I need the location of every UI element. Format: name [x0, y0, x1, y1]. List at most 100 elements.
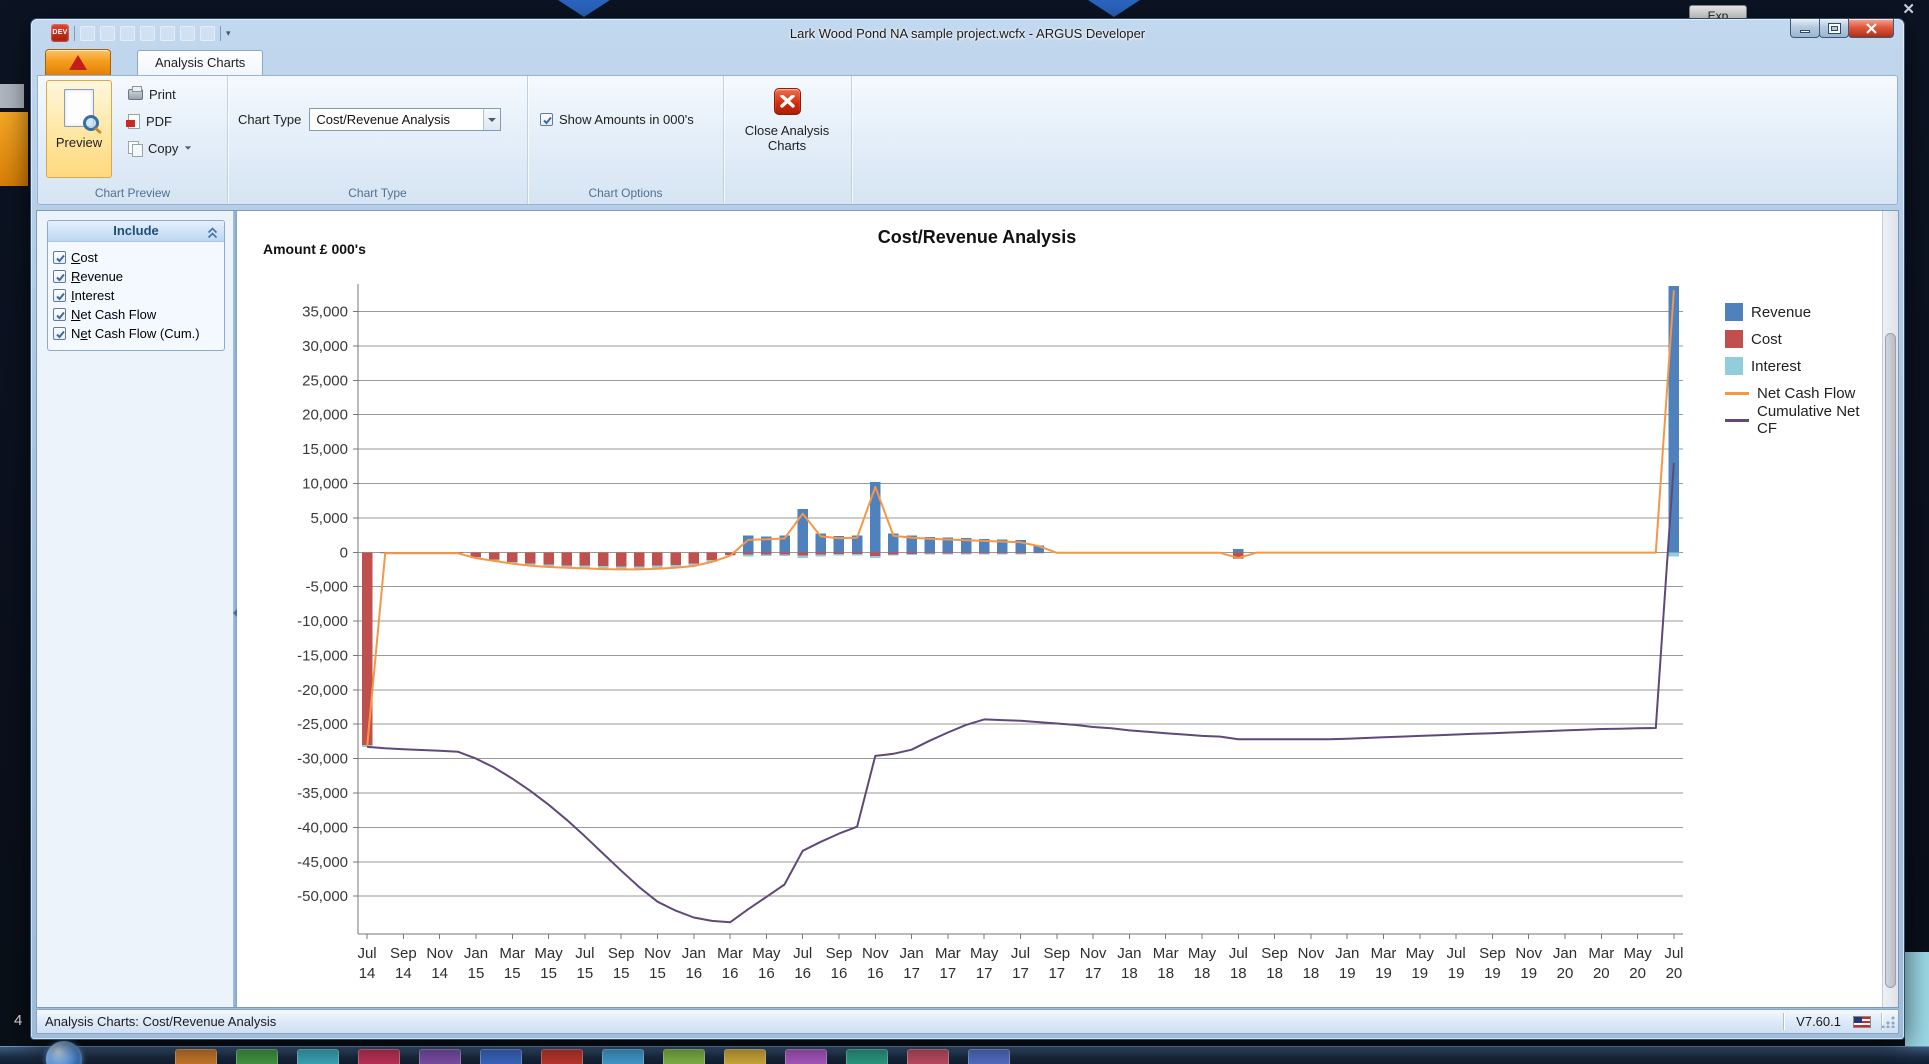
language-flag-icon[interactable] [1853, 1016, 1871, 1028]
svg-text:35,000: 35,000 [302, 304, 348, 321]
chart-panel: Amount £ 000's Cost/Revenue Analysis -50… [237, 211, 1882, 1007]
svg-text:18: 18 [1266, 965, 1283, 982]
save-as-icon[interactable] [120, 26, 135, 41]
taskbar-icon[interactable] [480, 1049, 522, 1064]
include-item-net-cash-flow[interactable]: Net Cash Flow [53, 306, 220, 322]
save-all-icon[interactable] [140, 26, 155, 41]
legend-swatch [1725, 357, 1743, 375]
chart-type-select[interactable]: Cost/Revenue Analysis [309, 108, 501, 131]
zoom-icon[interactable] [180, 26, 195, 41]
application-menu-button[interactable] [45, 49, 111, 75]
checkbox[interactable] [53, 270, 66, 283]
taskbar-icon[interactable] [602, 1049, 644, 1064]
svg-text:14: 14 [395, 965, 412, 982]
svg-text:Mar: Mar [935, 945, 961, 962]
comment-icon[interactable] [200, 26, 215, 41]
svg-text:-25,000: -25,000 [297, 716, 348, 733]
collapse-chevron-icon[interactable] [207, 225, 218, 245]
save-icon[interactable] [100, 26, 115, 41]
argus-logo-icon [69, 55, 87, 70]
svg-text:15: 15 [613, 965, 630, 982]
chart-title: Cost/Revenue Analysis [247, 227, 1707, 248]
svg-text:-15,000: -15,000 [297, 647, 348, 664]
scrollbar-thumb[interactable] [1885, 333, 1896, 988]
taskbar-icon[interactable] [724, 1049, 766, 1064]
svg-text:18: 18 [1303, 965, 1320, 982]
svg-text:-20,000: -20,000 [297, 682, 348, 699]
taskbar-icon[interactable] [785, 1049, 827, 1064]
maximize-button[interactable] [1819, 19, 1849, 38]
preview-button[interactable]: Preview [46, 80, 112, 178]
svg-text:19: 19 [1411, 965, 1428, 982]
include-item-net-cash-flow-cum[interactable]: Net Cash Flow (Cum.) [53, 325, 220, 341]
legend-swatch [1725, 303, 1743, 321]
include-item-revenue[interactable]: Revenue [53, 268, 220, 284]
close-analysis-charts-button[interactable]: Close Analysis Charts [734, 84, 840, 180]
qat-customize-icon[interactable]: ▾ [226, 28, 231, 39]
svg-text:20: 20 [1593, 965, 1610, 982]
resize-grip[interactable] [1882, 1015, 1895, 1028]
taskbar-icon[interactable] [663, 1049, 705, 1064]
taskbar-icon[interactable] [541, 1049, 583, 1064]
minimize-button[interactable] [1790, 19, 1820, 38]
svg-text:19: 19 [1339, 965, 1356, 982]
copy-dropdown-icon[interactable] [185, 146, 191, 149]
include-item-interest[interactable]: Interest [53, 287, 220, 303]
copy-button[interactable]: Copy [122, 136, 198, 160]
tab-analysis-charts[interactable]: Analysis Charts [137, 50, 263, 75]
paste-icon[interactable] [80, 26, 95, 41]
checkbox[interactable] [53, 308, 66, 321]
show-amounts-label: Show Amounts in 000's [559, 112, 694, 127]
svg-text:Sep: Sep [826, 945, 853, 962]
taskbar-icon[interactable] [236, 1049, 278, 1064]
calculate-icon[interactable] [160, 26, 175, 41]
window-title: Lark Wood Pond NA sample project.wcfx - … [790, 19, 1145, 48]
include-item-cost[interactable]: Cost [53, 249, 220, 265]
svg-text:14: 14 [359, 965, 376, 982]
svg-text:18: 18 [1194, 965, 1211, 982]
include-sidebar: Include CostRevenueInterestNet Cash Flow… [37, 211, 233, 1007]
svg-text:18: 18 [1230, 965, 1247, 982]
pdf-button[interactable]: PDF [122, 109, 198, 133]
taskbar-icon[interactable] [907, 1049, 949, 1064]
legend-item: Revenue [1725, 303, 1882, 321]
checkbox[interactable] [53, 289, 66, 302]
taskbar-icon[interactable] [297, 1049, 339, 1064]
taskbar-icon[interactable] [358, 1049, 400, 1064]
taskbar-icon[interactable] [968, 1049, 1010, 1064]
svg-text:-30,000: -30,000 [297, 751, 348, 768]
show-amounts-checkbox[interactable] [540, 113, 553, 126]
svg-text:25,000: 25,000 [302, 372, 348, 389]
svg-text:16: 16 [722, 965, 739, 982]
svg-text:May: May [1623, 945, 1652, 962]
print-button[interactable]: Print [122, 82, 198, 106]
svg-text:May: May [1406, 945, 1435, 962]
checkbox[interactable] [53, 251, 66, 264]
chart-type-field-label: Chart Type [238, 112, 301, 127]
svg-text:Sep: Sep [608, 945, 635, 962]
print-icon [128, 89, 143, 100]
svg-text:19: 19 [1484, 965, 1501, 982]
svg-text:Mar: Mar [1153, 945, 1179, 962]
svg-text:Jul: Jul [575, 945, 594, 962]
screen: Exp ✕ 4 DEV ▾ Lark Wood Pond NA sample p… [0, 0, 1929, 1064]
chevron-down-icon [488, 118, 496, 122]
chart-legend: RevenueCostInterestNet Cash FlowCumulati… [1725, 303, 1882, 429]
chart-type-dropdown-button[interactable] [483, 109, 500, 130]
taskbar-icon[interactable] [175, 1049, 217, 1064]
taskbar-icon[interactable] [846, 1049, 888, 1064]
checkbox[interactable] [53, 327, 66, 340]
taskbar-icon[interactable] [419, 1049, 461, 1064]
svg-text:20: 20 [1666, 965, 1683, 982]
title-bar: DEV ▾ Lark Wood Pond NA sample project.w… [31, 19, 1904, 48]
svg-text:-5,000: -5,000 [305, 579, 348, 596]
svg-text:Sep: Sep [1479, 945, 1506, 962]
background-desktop-fragment [1905, 952, 1929, 1047]
app-dev-icon: DEV [51, 24, 69, 42]
legend-label: Cumulative Net CF [1757, 403, 1882, 437]
close-button[interactable] [1848, 19, 1894, 38]
vertical-scrollbar[interactable] [1882, 211, 1898, 1007]
include-list: Cost Revenue Interest Net Cash Flow Net Cash… [48, 242, 224, 350]
start-button[interactable] [46, 1041, 82, 1064]
svg-text:-10,000: -10,000 [297, 613, 348, 630]
